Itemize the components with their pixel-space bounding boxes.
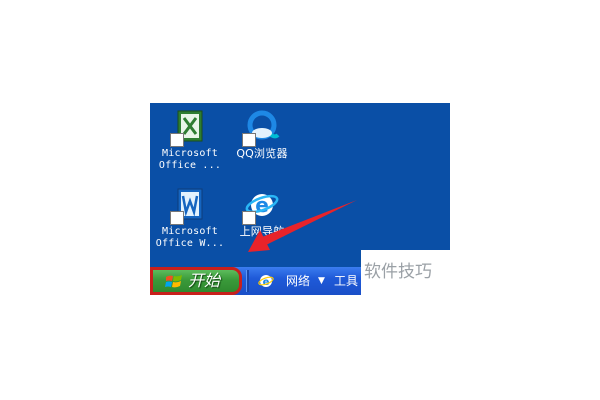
shortcut-arrow-icon xyxy=(242,133,256,147)
watermark: 软件技巧 xyxy=(364,262,432,282)
qq-browser-icon xyxy=(242,109,280,147)
icon-label: Microsoft Office W... xyxy=(155,226,225,249)
icon-label: 上网导航 xyxy=(239,225,285,238)
windows-logo-icon xyxy=(165,275,182,288)
start-button[interactable]: 开始 xyxy=(150,267,242,295)
ie-quick-launch-icon[interactable]: e xyxy=(258,273,274,289)
network-toolbar-label[interactable]: 网络 xyxy=(286,273,310,289)
desktop-icon-ie-navigation[interactable]: e 上网导航 xyxy=(222,187,302,238)
shortcut-arrow-icon xyxy=(242,211,256,225)
tools-toolbar-label[interactable]: 工具 xyxy=(334,273,358,289)
taskbar-separator xyxy=(246,270,249,292)
start-label: 开始 xyxy=(188,271,221,290)
chevron-down-icon[interactable]: ▼ xyxy=(318,273,325,289)
icon-label: Microsoft Office ... xyxy=(158,148,222,171)
shortcut-arrow-icon xyxy=(170,133,184,147)
icon-label: QQ浏览器 xyxy=(236,147,288,160)
desktop-icon-excel[interactable]: Microsoft Office ... xyxy=(150,109,230,172)
ie-icon: e xyxy=(242,187,280,225)
shortcut-arrow-icon xyxy=(170,211,184,225)
word-icon xyxy=(170,187,208,225)
desktop-icon-word[interactable]: Microsoft Office W... xyxy=(150,187,230,250)
desktop-icon-qq-browser[interactable]: QQ浏览器 xyxy=(222,109,302,160)
excel-icon xyxy=(170,109,208,147)
